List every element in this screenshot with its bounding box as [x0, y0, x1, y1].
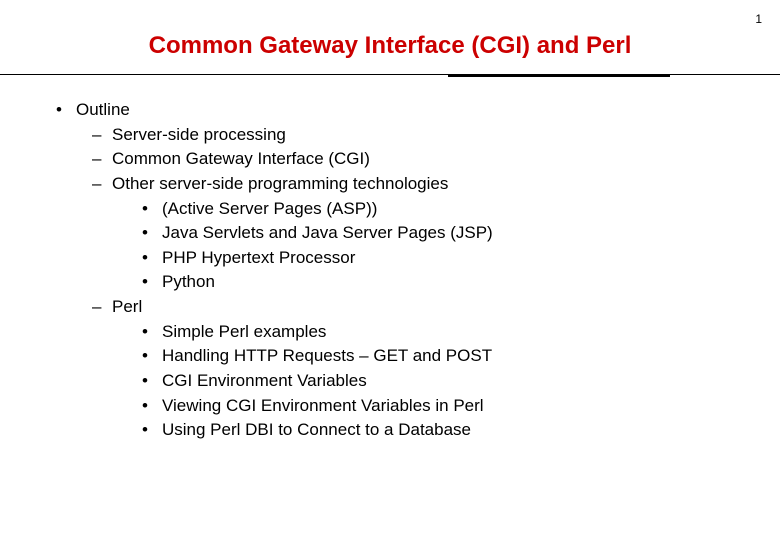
dash-icon: –: [92, 147, 112, 172]
list-item-label: Handling HTTP Requests – GET and POST: [162, 344, 492, 369]
bullet-icon: •: [142, 394, 162, 419]
bullet-icon: •: [142, 320, 162, 345]
list-item-label: Python: [162, 270, 215, 295]
bullet-icon: •: [142, 369, 162, 394]
page-number: 1: [755, 12, 762, 26]
list-item: – Common Gateway Interface (CGI): [40, 147, 740, 172]
list-item-label: Viewing CGI Environment Variables in Per…: [162, 394, 484, 419]
list-item-label: Perl: [112, 295, 142, 320]
list-item-label: (Active Server Pages (ASP)): [162, 197, 377, 222]
list-item: • Handling HTTP Requests – GET and POST: [40, 344, 740, 369]
list-item: • Viewing CGI Environment Variables in P…: [40, 394, 740, 419]
outline-heading-row: • Outline: [40, 98, 740, 123]
dash-icon: –: [92, 295, 112, 320]
list-item-label: Java Servlets and Java Server Pages (JSP…: [162, 221, 493, 246]
list-item-label: CGI Environment Variables: [162, 369, 367, 394]
list-item-label: Using Perl DBI to Connect to a Database: [162, 418, 471, 443]
bullet-icon: •: [142, 197, 162, 222]
list-item: • Java Servlets and Java Server Pages (J…: [40, 221, 740, 246]
list-item-label: Common Gateway Interface (CGI): [112, 147, 370, 172]
list-item: • Using Perl DBI to Connect to a Databas…: [40, 418, 740, 443]
list-item-label: Simple Perl examples: [162, 320, 326, 345]
list-item: • (Active Server Pages (ASP)): [40, 197, 740, 222]
dash-icon: –: [92, 172, 112, 197]
list-item-label: Other server-side programming technologi…: [112, 172, 448, 197]
list-item-label: Server-side processing: [112, 123, 286, 148]
list-item: – Server-side processing: [40, 123, 740, 148]
slide-content: • Outline – Server-side processing – Com…: [0, 76, 780, 443]
list-item: • Simple Perl examples: [40, 320, 740, 345]
list-item: • PHP Hypertext Processor: [40, 246, 740, 271]
list-item: – Other server-side programming technolo…: [40, 172, 740, 197]
bullet-icon: •: [142, 246, 162, 271]
list-item: – Perl: [40, 295, 740, 320]
title-underline: [0, 74, 780, 76]
slide-title: Common Gateway Interface (CGI) and Perl: [0, 0, 780, 74]
bullet-icon: •: [142, 270, 162, 295]
bullet-icon: •: [142, 418, 162, 443]
dash-icon: –: [92, 123, 112, 148]
list-item: • CGI Environment Variables: [40, 369, 740, 394]
outline-heading: Outline: [76, 98, 130, 123]
list-item-label: PHP Hypertext Processor: [162, 246, 355, 271]
bullet-icon: •: [56, 98, 76, 123]
bullet-icon: •: [142, 344, 162, 369]
bullet-icon: •: [142, 221, 162, 246]
list-item: • Python: [40, 270, 740, 295]
